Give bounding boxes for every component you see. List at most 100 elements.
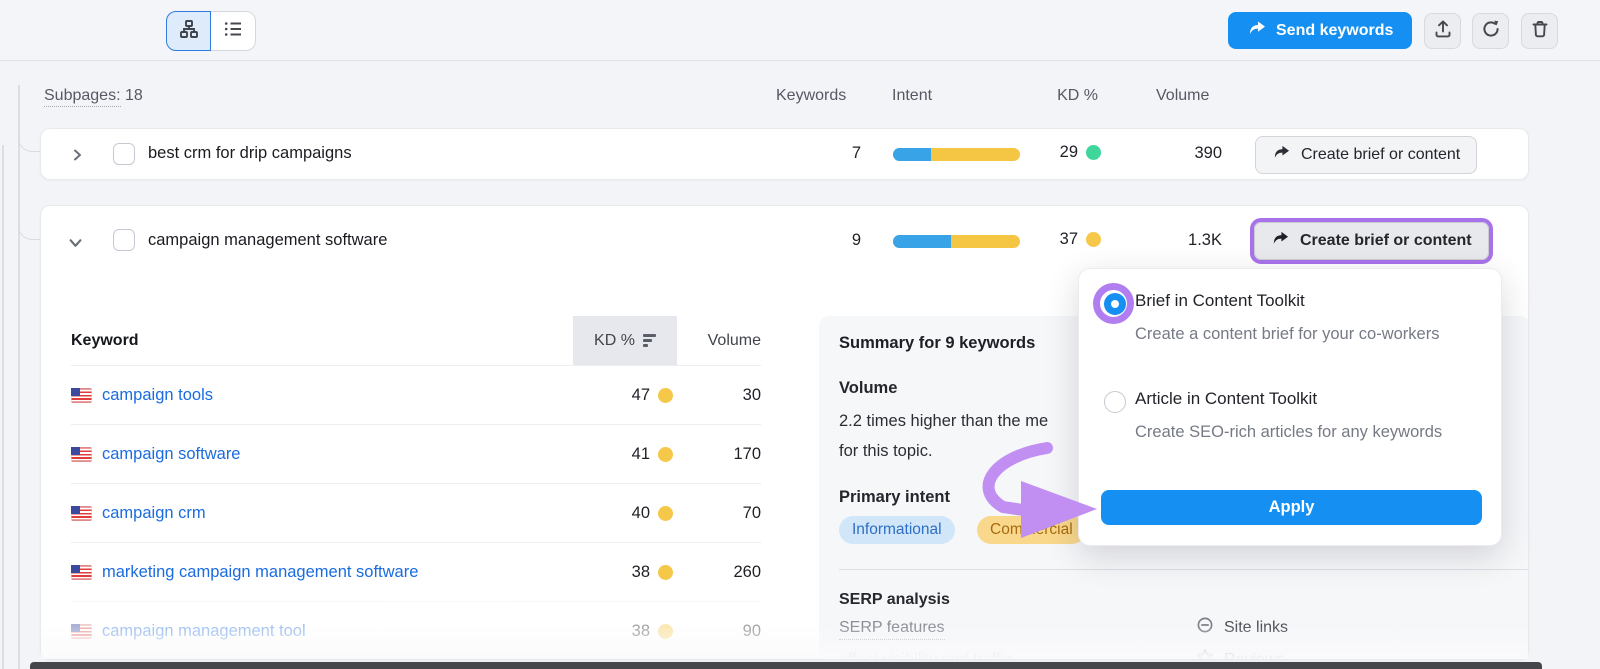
send-keywords-button[interactable]: Send keywords — [1228, 12, 1412, 49]
article-option-title[interactable]: Article in Content Toolkit — [1135, 389, 1317, 409]
create-brief-button[interactable]: Create brief or content — [1254, 222, 1489, 260]
keyword-kd: 38 — [553, 563, 673, 582]
keyword-volume: 30 — [673, 386, 761, 405]
apply-label: Apply — [1269, 498, 1315, 517]
topic-name: best crm for drip campaigns — [148, 144, 352, 163]
list-view-toggle[interactable] — [211, 11, 256, 51]
topic-name: campaign management software — [148, 231, 387, 250]
kd-dot — [658, 565, 673, 580]
next-row-edge — [30, 662, 1542, 669]
upload-icon — [1433, 19, 1453, 44]
keyword-column-header: Keyword — [71, 332, 139, 350]
kd-dot — [1086, 232, 1101, 247]
keyword-link[interactable]: campaign management tool — [102, 622, 306, 641]
expand-chevron-right-icon[interactable] — [69, 147, 85, 163]
star-icon — [1196, 648, 1214, 660]
keyword-link[interactable]: campaign crm — [102, 504, 206, 523]
view-toggle-group — [166, 11, 256, 51]
create-brief-label: Create brief or content — [1301, 146, 1460, 164]
serp-analysis-title: SERP analysis — [839, 591, 950, 609]
column-header-volume: Volume — [1156, 87, 1209, 105]
brief-option-title[interactable]: Brief in Content Toolkit — [1135, 291, 1305, 311]
article-radio[interactable] — [1104, 391, 1126, 413]
serp-feature-reviews: Reviews — [1196, 648, 1284, 660]
keyword-row: campaign tools 47 30 — [71, 365, 761, 424]
serp-feature-site-links: Site links — [1196, 616, 1288, 639]
kd-value: 38 — [632, 563, 650, 582]
list-icon — [223, 19, 243, 44]
sort-descending-icon — [643, 332, 656, 350]
keyword-volume: 90 — [673, 622, 761, 641]
delete-button[interactable] — [1521, 13, 1558, 49]
brief-option-description: Create a content brief for your co-worke… — [1135, 321, 1497, 348]
intent-bar-blue-segment — [893, 148, 931, 161]
informational-badge: Informational — [839, 516, 955, 544]
us-flag-icon — [71, 565, 92, 580]
tree-view-toggle[interactable] — [166, 11, 211, 51]
share-arrow-icon — [1272, 145, 1290, 165]
create-content-popup: Brief in Content Toolkit Create a conten… — [1078, 268, 1502, 546]
sitemap-icon — [179, 19, 199, 44]
collapse-chevron-down-icon[interactable] — [67, 234, 83, 250]
topic-volume: 390 — [1141, 144, 1222, 163]
summary-volume-text-line2: for this topic. — [839, 436, 933, 466]
keyword-link[interactable]: campaign tools — [102, 386, 213, 405]
reviews-label: Reviews — [1224, 651, 1284, 661]
summary-title: Summary for 9 keywords — [839, 334, 1035, 353]
topic-keywords-count: 9 — [801, 231, 861, 250]
keyword-link[interactable]: campaign software — [102, 445, 241, 464]
keyword-row: campaign software 41 170 — [71, 424, 761, 483]
column-header-kd: KD % — [1040, 87, 1098, 105]
create-brief-label: Create brief or content — [1300, 232, 1472, 250]
intent-bar-blue-segment — [893, 235, 951, 248]
keyword-kd: 38 — [553, 622, 673, 641]
keyword-volume: 170 — [673, 445, 761, 464]
primary-intent-label: Primary intent — [839, 488, 950, 507]
kd-dot — [658, 624, 673, 639]
topic-volume: 1.3K — [1141, 231, 1222, 250]
keyword-link[interactable]: marketing campaign management software — [102, 563, 418, 582]
keyword-kd: 47 — [553, 386, 673, 405]
keyword-kd: 41 — [553, 445, 673, 464]
column-header-keywords: Keywords — [776, 87, 846, 105]
kd-value: 37 — [1060, 230, 1078, 249]
serp-features-link[interactable]: SERP features — [839, 619, 945, 640]
topic-kd: 37 — [1001, 230, 1101, 249]
kd-column-header-sorted[interactable]: KD % — [573, 316, 677, 365]
summary-volume-label: Volume — [839, 379, 897, 398]
kd-column-label: KD % — [594, 332, 635, 350]
export-button[interactable] — [1424, 13, 1461, 49]
volume-column-header: Volume — [708, 316, 761, 365]
kd-value: 29 — [1060, 143, 1078, 162]
refresh-icon — [1481, 19, 1501, 44]
us-flag-icon — [71, 506, 92, 521]
tree-connector-elbow-2 — [18, 190, 40, 240]
keyword-row: campaign management tool 38 90 — [71, 601, 761, 660]
keyword-row: campaign crm 40 70 — [71, 483, 761, 542]
topic-keywords-count: 7 — [801, 144, 861, 163]
trash-icon — [1530, 19, 1550, 44]
tree-connector-elbow-1 — [18, 110, 40, 152]
kd-value: 47 — [632, 386, 650, 405]
link-icon — [1196, 616, 1214, 639]
topic-checkbox[interactable] — [113, 143, 135, 165]
refresh-button[interactable] — [1472, 13, 1509, 49]
subpages-link[interactable]: Subpages: 18 — [44, 87, 143, 105]
serp-note-text: affect visibility and traffic — [839, 651, 1012, 660]
keyword-table: Keyword KD % Volume campaign tools 47 30… — [71, 316, 761, 660]
send-keywords-label: Send keywords — [1276, 22, 1393, 40]
brief-radio-selected[interactable] — [1104, 293, 1126, 315]
create-brief-highlight-outline: Create brief or content — [1250, 218, 1493, 264]
commercial-badge: Commercial — [977, 516, 1086, 544]
keyword-table-header: Keyword KD % Volume — [71, 316, 761, 365]
kd-value: 38 — [632, 622, 650, 641]
kd-dot — [1086, 145, 1101, 160]
keyword-volume: 260 — [673, 563, 761, 582]
create-brief-button[interactable]: Create brief or content — [1255, 136, 1477, 174]
apply-button[interactable]: Apply — [1101, 490, 1482, 525]
subpages-label: Subpages: — [44, 87, 121, 107]
kd-value: 41 — [632, 445, 650, 464]
topic-checkbox[interactable] — [113, 229, 135, 251]
keyword-kd: 40 — [553, 504, 673, 523]
share-arrow-icon — [1271, 231, 1289, 251]
